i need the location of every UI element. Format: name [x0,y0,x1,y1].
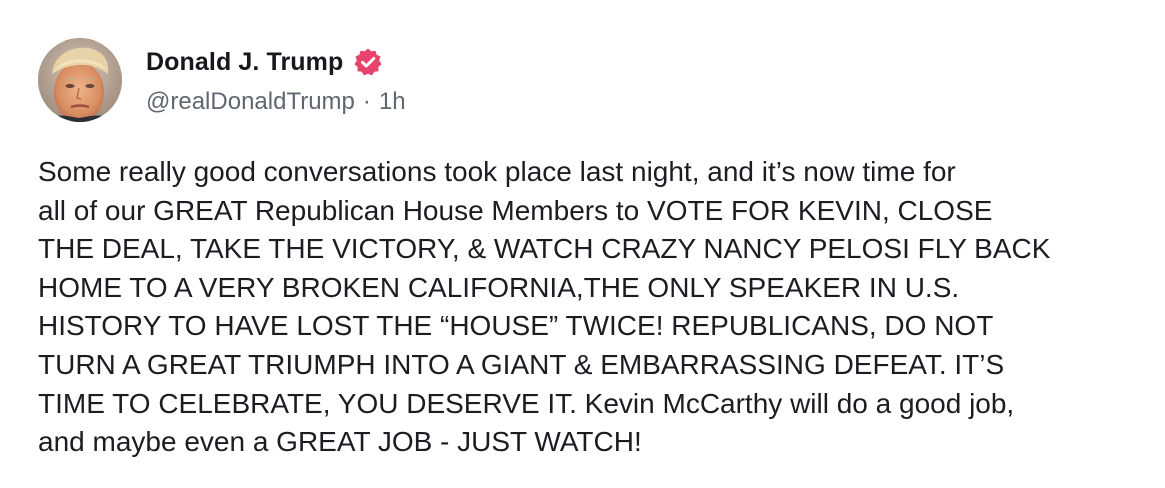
post-body-line: all of our GREAT Republican House Member… [38,194,993,226]
author-display-name[interactable]: Donald J. Trump [146,48,343,77]
post-meta: @realDonaldTrump · 1h [146,88,406,116]
post-body-line: THE DEAL, TAKE THE VICTORY, & WATCH CRAZ… [38,233,1051,265]
post-timestamp[interactable]: 1h [379,88,406,116]
verified-badge-icon [353,47,383,77]
post-body-line: TIME TO CELEBRATE, YOU DESERVE IT. Kevin… [38,387,1015,419]
avatar-image [38,38,122,122]
meta-separator: · [362,88,371,115]
author-identity: Donald J. Trump @realDonaldTrump · 1h [146,44,406,116]
post-body-line: HISTORY TO HAVE LOST THE “HOUSE” TWICE! … [38,310,994,342]
post-body: Some really good conversations took plac… [38,153,1138,462]
post-card: Donald J. Trump @realDonaldTrump · 1h So… [0,0,1165,488]
post-body-line: and maybe even a GREAT JOB - JUST WATCH! [38,426,642,458]
post-body-line: Some really good conversations took plac… [38,156,956,187]
author-handle[interactable]: @realDonaldTrump [146,88,355,116]
avatar[interactable] [38,38,122,122]
post-body-line: HOME TO A VERY BROKEN CALIFORNIA,THE ONL… [38,271,960,303]
post-body-line: TURN A GREAT TRIUMPH INTO A GIANT & EMBA… [38,348,1005,380]
post-header: Donald J. Trump @realDonaldTrump · 1h [38,38,406,122]
author-name-row: Donald J. Trump [146,44,406,80]
